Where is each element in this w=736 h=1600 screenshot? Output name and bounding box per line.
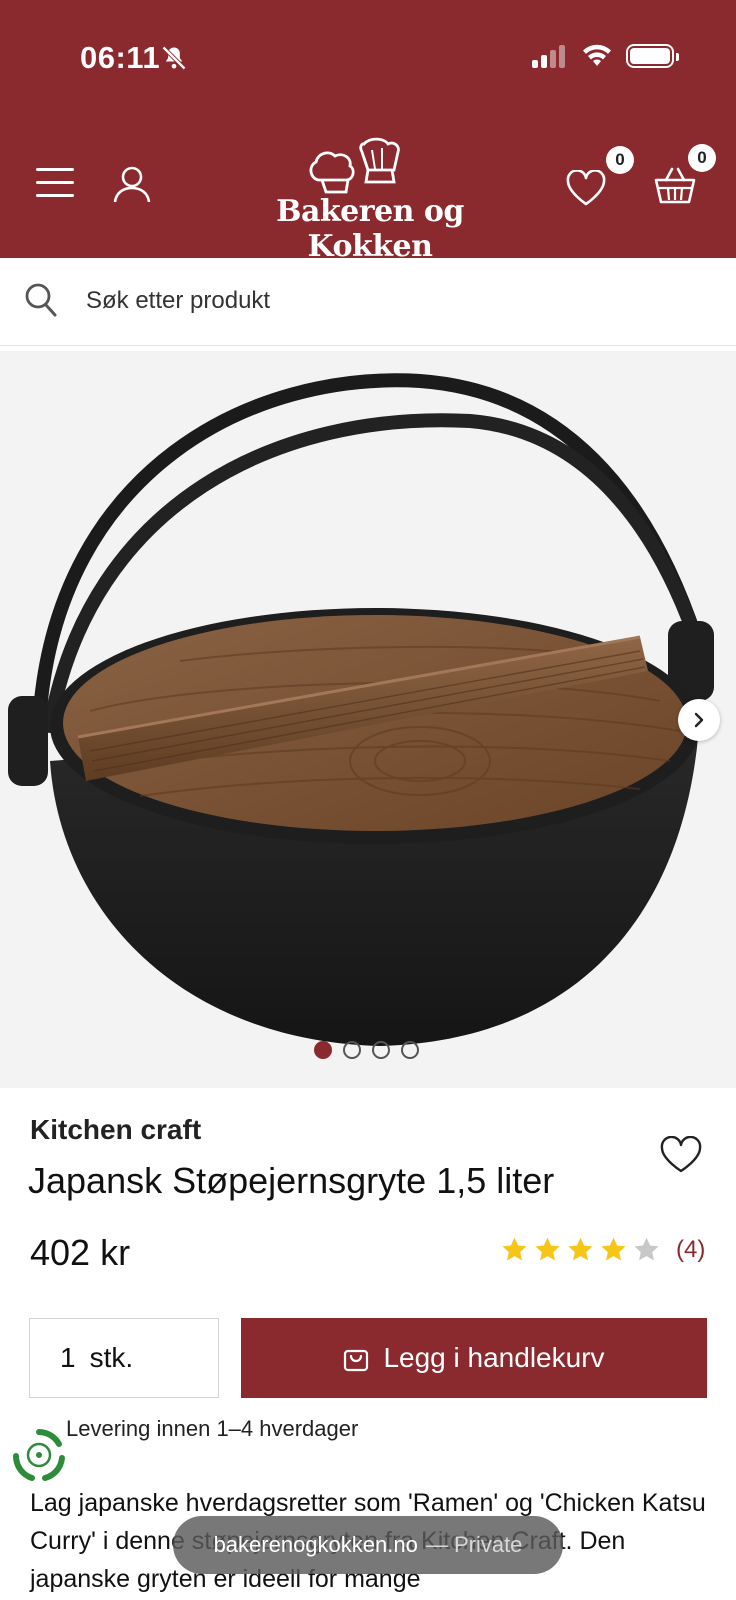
cart-count-badge: 0 [688, 144, 716, 172]
gallery-pagination [314, 1041, 419, 1059]
search-icon [25, 283, 57, 317]
gallery-dot[interactable] [343, 1041, 361, 1059]
star-filled-icon [568, 1237, 593, 1261]
product-image [8, 373, 714, 1046]
status-indicators [532, 44, 679, 68]
add-to-wishlist-heart-icon[interactable] [660, 1136, 702, 1174]
recycle-badge-icon[interactable] [12, 1428, 66, 1482]
logo-text: Bakeren og Kokken [276, 194, 464, 264]
quantity-field[interactable]: 1 stk. [29, 1318, 219, 1398]
gallery-dot[interactable] [372, 1041, 390, 1059]
wishlist-button[interactable]: 0 [566, 146, 634, 206]
star-empty-icon [634, 1237, 659, 1261]
chef-hats-logo [309, 137, 400, 194]
wishlist-count-badge: 0 [606, 146, 634, 174]
rating-stars[interactable] [500, 1236, 661, 1264]
basket-icon [654, 167, 696, 204]
site-header: 06:11 Bakeren og Kokken 0 0 [0, 0, 736, 264]
shopping-bag-icon [344, 1349, 369, 1372]
gallery-dot[interactable] [314, 1041, 332, 1059]
status-time: 06:11 [80, 40, 161, 75]
battery-icon [626, 44, 679, 68]
silent-mode-icon [162, 46, 186, 70]
product-title: Japansk Støpejernsgryte 1,5 liter [28, 1160, 555, 1201]
star-filled-icon [502, 1237, 527, 1261]
browser-private-label: — Private [425, 1532, 523, 1557]
user-icon[interactable] [112, 164, 152, 204]
search-bar [0, 258, 736, 346]
add-to-cart-button[interactable]: Legg i handlekurv [241, 1318, 707, 1398]
chevron-right-icon [694, 712, 704, 728]
product-price: 402 kr [30, 1232, 131, 1273]
hamburger-menu-icon[interactable] [36, 168, 74, 198]
star-filled-icon [601, 1237, 626, 1261]
cart-button[interactable]: 0 [654, 144, 716, 204]
rating-count[interactable]: (4) [676, 1236, 705, 1264]
product-image-gallery[interactable] [0, 351, 736, 1088]
star-filled-icon [535, 1237, 560, 1261]
search-input[interactable] [86, 278, 706, 324]
gallery-dot[interactable] [401, 1041, 419, 1059]
browser-url-bar[interactable]: bakerenogkokken.no — Private [173, 1516, 563, 1574]
gallery-next-button[interactable] [678, 699, 720, 741]
heart-icon [566, 170, 606, 206]
delivery-info: Levering innen 1–4 hverdager [66, 1416, 359, 1441]
quantity-unit: stk. [89, 1342, 134, 1373]
site-logo[interactable]: Bakeren og Kokken [220, 136, 520, 264]
quantity-value: 1 [60, 1342, 76, 1373]
add-to-cart-label: Legg i handlekurv [383, 1342, 605, 1373]
cellular-signal-icon [532, 44, 568, 68]
browser-url: bakerenogkokken.no [213, 1532, 418, 1557]
wifi-icon [583, 44, 611, 66]
product-brand[interactable]: Kitchen craft [30, 1114, 201, 1146]
